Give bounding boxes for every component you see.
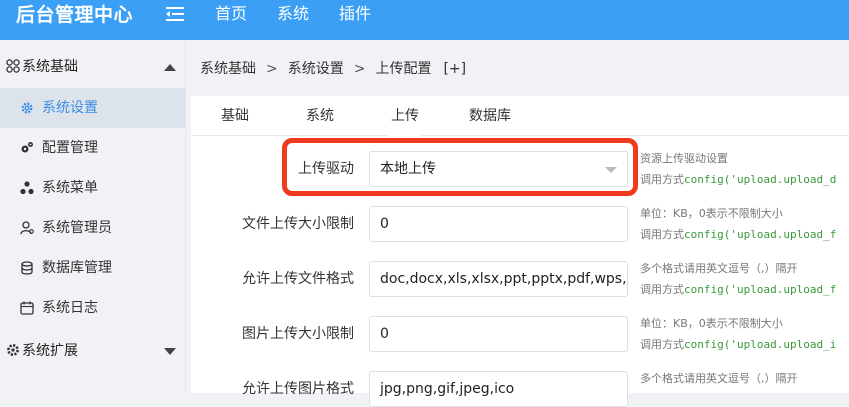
tab-system[interactable]: 系统 [306,96,334,136]
caret-down-icon [164,348,176,355]
sidebar: 系统基础 系统设置 配置管理 系统菜单 系统管理员 数据库管理 系统日志 系统扩… [0,40,186,393]
file-size-limit-hint: 单位：KB，0表示不限制大小 调用方式config('upload.upload… [640,207,837,241]
add-tab-button[interactable]: [+] [431,61,466,77]
sidebar-item-label: 系统管理员 [42,220,112,236]
file-format-hint: 多个格式请用英文逗号（,）隔开 调用方式config('upload.uploa… [640,262,837,296]
sidebar-item-logs[interactable]: 系统日志 [0,288,186,328]
breadcrumb-item[interactable]: 系统设置 [288,61,344,77]
image-size-limit-label: 图片上传大小限制 [242,326,354,342]
tab-bar: 基础 系统 上传 数据库 [191,96,849,137]
gear-icon [7,344,19,356]
breadcrumb-item: 上传配置 [375,61,432,77]
sidebar-group-label: 系统扩展 [22,343,78,359]
gear-icon [21,102,33,114]
sidebar-item-label: 系统日志 [42,300,98,316]
caret-up-icon [164,64,176,71]
breadcrumb: 系统基础 > 系统设置 > 上传配置 [+] [200,58,466,80]
image-size-limit-hint: 单位：KB，0表示不限制大小 调用方式config('upload.upload… [640,317,837,351]
sidebar-item-settings[interactable]: 系统设置 [0,88,186,128]
sidebar-item-database[interactable]: 数据库管理 [0,248,186,288]
gears-icon [21,142,33,153]
upload-driver-hint: 资源上传驱动设置 调用方式config('upload.upload_d [640,152,837,186]
file-format-label: 允许上传文件格式 [242,271,354,287]
file-size-limit-label: 文件上传大小限制 [242,216,354,232]
brand-title: 后台管理中心 [16,4,134,26]
sidebar-item-label: 数据库管理 [42,260,112,276]
breadcrumb-item[interactable]: 系统基础 [200,61,256,77]
nav-plugins[interactable]: 插件 [339,0,371,30]
sidebar-group-extend[interactable]: 系统扩展 [0,331,186,371]
sidebar-item-config[interactable]: 配置管理 [0,128,186,168]
user-icon [20,221,34,235]
breadcrumb-separator: > [266,61,278,77]
cluster-icon [20,181,34,195]
sidebar-item-label: 系统菜单 [42,180,98,196]
tab-database[interactable]: 数据库 [469,96,511,136]
sidebar-item-label: 配置管理 [42,140,98,156]
image-format-input[interactable]: jpg,png,gif,jpeg,ico [369,371,628,407]
file-size-limit-input[interactable]: 0 [369,206,628,242]
tab-basic[interactable]: 基础 [221,96,249,136]
breadcrumb-separator: > [353,61,366,77]
sidebar-group-basic[interactable]: 系统基础 [0,47,186,87]
sidebar-item-menu[interactable]: 系统菜单 [0,168,186,208]
calendar-icon [20,301,34,315]
highlight-annotation [282,138,638,196]
sidebar-group-label: 系统基础 [22,59,78,75]
top-bar: 后台管理中心 首页 系统 插件 [0,0,849,40]
nav-system[interactable]: 系统 [277,0,309,30]
menu-collapse-icon[interactable] [166,6,184,22]
file-format-input[interactable]: doc,docx,xls,xlsx,ppt,pptx,pdf,wps,txt,r [369,261,628,297]
nav-home[interactable]: 首页 [215,0,247,30]
database-icon [21,261,33,275]
image-format-hint: 多个格式请用英文逗号（,）隔开 [640,372,798,385]
grid-icon [6,59,20,73]
tab-upload[interactable]: 上传 [389,96,421,137]
image-size-limit-input[interactable]: 0 [369,316,628,352]
image-format-label: 允许上传图片格式 [242,381,354,397]
sidebar-item-label: 系统设置 [42,100,98,116]
sidebar-item-admins[interactable]: 系统管理员 [0,208,186,248]
